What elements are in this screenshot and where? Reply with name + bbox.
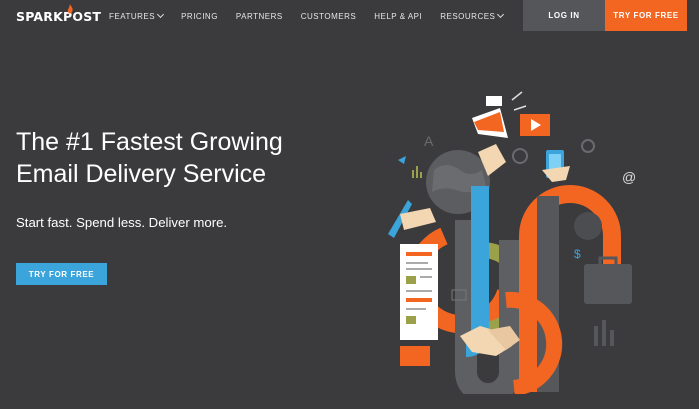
main-menu: FEATURES PRICING PARTNERS CUSTOMERS HELP… — [109, 10, 521, 21]
pie-icon — [574, 212, 602, 240]
try-for-free-nav-button[interactable]: TRY FOR FREE — [605, 0, 687, 31]
chevron-down-icon — [157, 10, 165, 19]
login-button[interactable]: LOG IN — [523, 0, 605, 31]
nav-item-label: PARTNERS — [235, 12, 283, 21]
pen-hand-icon — [388, 200, 436, 238]
nav-item-resources[interactable]: RESOURCES — [440, 10, 505, 21]
compass-icon — [581, 139, 595, 153]
logo-text: SPARKPOST — [16, 9, 102, 24]
headline-line-1: The #1 Fastest Growing — [16, 128, 283, 156]
flame-icon — [67, 4, 73, 14]
video-play-icon — [520, 114, 550, 136]
dollar-icon: $ — [574, 247, 581, 261]
chevron-down-icon — [497, 10, 505, 19]
briefcase-icon — [584, 256, 632, 304]
at-symbol-icon: @ — [622, 169, 636, 185]
nav-item-label: FEATURES — [109, 12, 156, 21]
nav-item-partners[interactable]: PARTNERS — [236, 12, 283, 21]
nav-item-label: RESOURCES — [440, 12, 496, 21]
hero-tagline: Start fast. Spend less. Deliver more. — [16, 215, 228, 230]
bar-chart-icon — [412, 166, 422, 178]
triangle-icon — [398, 156, 406, 164]
smartphone-icon — [542, 150, 570, 182]
nav-item-customers[interactable]: CUSTOMERS — [301, 12, 356, 21]
sparkpost-logo[interactable]: SPARKPOST — [16, 4, 102, 24]
font-icon: A — [424, 133, 434, 149]
hero-illustration: $ @ A — [388, 91, 636, 394]
nav-item-label: CUSTOMERS — [300, 12, 357, 21]
nav-item-features[interactable]: FEATURES — [109, 10, 165, 21]
nav-item-pricing[interactable]: PRICING — [181, 12, 218, 21]
try-for-free-hero-button[interactable]: TRY FOR FREE — [16, 263, 107, 285]
document-icon — [400, 244, 438, 366]
top-nav: SPARKPOST FEATURES PRICING PARTNERS CUST… — [0, 0, 699, 32]
nav-item-label: PRICING — [181, 12, 218, 21]
hero-headline: The #1 Fastest Growing Email Delivery Se… — [16, 126, 346, 190]
nav-item-help-api[interactable]: HELP & API — [374, 12, 422, 21]
clock-icon — [512, 148, 528, 164]
skyline-icon — [594, 320, 614, 346]
megaphone-icon — [472, 91, 527, 138]
headline-line-2: Email Delivery Service — [16, 160, 267, 188]
nav-item-label: HELP & API — [374, 12, 423, 21]
